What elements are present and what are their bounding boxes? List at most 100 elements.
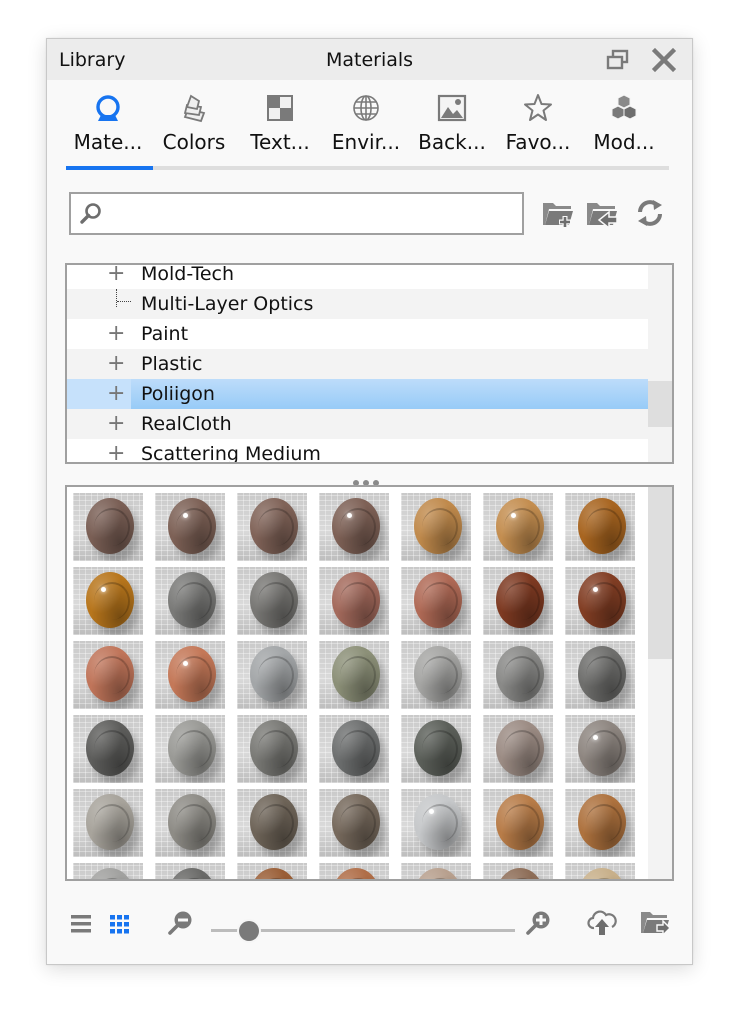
- refresh-button[interactable]: [633, 197, 667, 229]
- material-thumbnail[interactable]: [401, 493, 471, 561]
- material-thumbnail[interactable]: [237, 789, 307, 857]
- list-view-button[interactable]: [69, 911, 95, 937]
- tree-expander[interactable]: +: [67, 349, 131, 379]
- material-preview-sphere: [86, 868, 134, 879]
- tree-expander[interactable]: +: [67, 409, 131, 439]
- material-preview-sphere: [578, 794, 626, 850]
- material-thumbnail[interactable]: [319, 641, 389, 709]
- zoom-in-button[interactable]: [525, 909, 551, 935]
- tree-item-paint[interactable]: + Paint: [67, 319, 649, 349]
- tab-colors[interactable]: Colors: [151, 87, 237, 165]
- material-thumbnail[interactable]: [483, 789, 553, 857]
- material-thumbnail[interactable]: [237, 493, 307, 561]
- tree-item-poliigon[interactable]: + Poliigon: [67, 379, 649, 409]
- tree-item-label: Multi-Layer Optics: [141, 293, 314, 315]
- material-thumbnail[interactable]: [565, 863, 635, 879]
- material-thumbnail[interactable]: [237, 641, 307, 709]
- upload-cloud-button[interactable]: [587, 909, 617, 935]
- tree-item-multi-layer-optics[interactable]: Multi-Layer Optics: [67, 289, 649, 319]
- tab-models[interactable]: Mod...: [581, 87, 667, 165]
- tab-materials[interactable]: Mate...: [65, 87, 151, 165]
- add-folder-button[interactable]: [541, 197, 575, 229]
- material-thumbnail[interactable]: [155, 641, 225, 709]
- material-thumbnail[interactable]: [483, 493, 553, 561]
- material-thumbnail[interactable]: [73, 641, 143, 709]
- material-thumbnail[interactable]: [319, 493, 389, 561]
- close-window-button[interactable]: [651, 47, 677, 73]
- material-thumbnail[interactable]: [401, 641, 471, 709]
- material-thumbnail[interactable]: [73, 493, 143, 561]
- material-thumbnail[interactable]: [319, 863, 389, 879]
- material-thumbnail[interactable]: [73, 789, 143, 857]
- folder-export-icon: [641, 912, 671, 937]
- restore-window-button[interactable]: [605, 48, 631, 72]
- material-thumbnail[interactable]: [73, 863, 143, 879]
- material-thumbnail[interactable]: [401, 715, 471, 783]
- tab-favorites[interactable]: Favo...: [495, 87, 581, 165]
- material-thumbnail[interactable]: [319, 789, 389, 857]
- material-thumbnail[interactable]: [565, 567, 635, 635]
- material-thumbnail[interactable]: [401, 789, 471, 857]
- material-thumbnail[interactable]: [155, 567, 225, 635]
- material-preview-sphere: [414, 794, 462, 850]
- material-thumbnail[interactable]: [319, 567, 389, 635]
- search-input[interactable]: [111, 200, 515, 228]
- material-thumbnail[interactable]: [401, 567, 471, 635]
- pane-splitter[interactable]: [351, 471, 387, 486]
- material-thumbnail[interactable]: [483, 863, 553, 879]
- material-thumbnail[interactable]: [73, 567, 143, 635]
- tab-backplates[interactable]: Back...: [409, 87, 495, 165]
- material-thumbnail[interactable]: [73, 715, 143, 783]
- zoom-out-button[interactable]: [167, 909, 193, 935]
- grid-view-button[interactable]: [108, 911, 134, 937]
- material-thumbnail[interactable]: [237, 567, 307, 635]
- material-thumbnail[interactable]: [155, 493, 225, 561]
- tree-item-plastic[interactable]: + Plastic: [67, 349, 649, 379]
- material-thumbnail[interactable]: [155, 789, 225, 857]
- tree-item-scattering-medium[interactable]: + Scattering Medium: [67, 439, 649, 463]
- tab-underline: [66, 166, 669, 170]
- tab-label: Mod...: [593, 130, 655, 154]
- tree-scrollbar[interactable]: [648, 265, 672, 462]
- material-preview-sphere: [496, 646, 544, 702]
- tree-item-label: Poliigon: [141, 383, 215, 405]
- material-thumbnail[interactable]: [565, 641, 635, 709]
- tree-expander[interactable]: +: [67, 319, 131, 349]
- material-thumbnail[interactable]: [565, 715, 635, 783]
- material-thumbnail[interactable]: [155, 715, 225, 783]
- search-field[interactable]: [69, 192, 524, 235]
- import-folder-button[interactable]: [585, 197, 619, 230]
- material-thumbnail[interactable]: [401, 863, 471, 879]
- specular-highlight: [429, 809, 434, 814]
- search-icon: [80, 203, 101, 224]
- export-folder-button[interactable]: [639, 909, 671, 937]
- material-thumbnail[interactable]: [565, 493, 635, 561]
- expand-icon: +: [107, 263, 126, 286]
- material-thumbnail[interactable]: [319, 715, 389, 783]
- cloud-upload-icon: [587, 910, 617, 935]
- material-thumbnail[interactable]: [483, 567, 553, 635]
- tab-label: Colors: [162, 130, 226, 154]
- tree-expander[interactable]: +: [67, 379, 131, 409]
- tree-item-mold-tech[interactable]: + Mold-Tech: [67, 263, 649, 289]
- expand-icon: +: [107, 321, 126, 346]
- material-thumbnail[interactable]: [237, 863, 307, 879]
- slider-knob[interactable]: [239, 921, 259, 941]
- material-thumbnail[interactable]: [565, 789, 635, 857]
- material-thumbnail[interactable]: [483, 641, 553, 709]
- tree-scrollbar-thumb[interactable]: [648, 381, 672, 427]
- tab-environments[interactable]: Envir...: [323, 87, 409, 165]
- grid-scrollbar[interactable]: [648, 487, 672, 879]
- title-bar[interactable]: Library Materials: [47, 39, 692, 80]
- grid-scrollbar-thumb[interactable]: [648, 487, 672, 659]
- thumbnail-size-slider[interactable]: [211, 921, 515, 941]
- specular-highlight: [183, 513, 188, 518]
- tree-expander[interactable]: +: [67, 439, 131, 463]
- tree-expander[interactable]: +: [67, 263, 131, 289]
- material-thumbnail[interactable]: [237, 715, 307, 783]
- material-thumbnail[interactable]: [155, 863, 225, 879]
- tree-item-realcloth[interactable]: + RealCloth: [67, 409, 649, 439]
- tab-textures[interactable]: Text...: [237, 87, 323, 165]
- material-thumbnail[interactable]: [483, 715, 553, 783]
- zoom-out-icon: [168, 911, 192, 935]
